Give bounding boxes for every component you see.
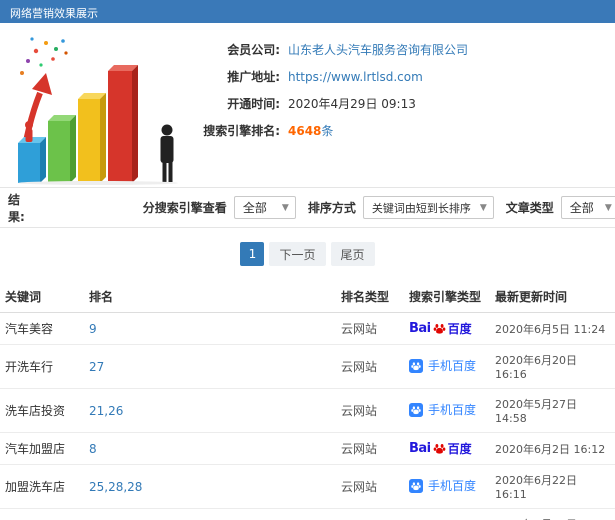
rank-link[interactable]: 9 [89, 322, 97, 336]
open-time-label: 开通时间: [227, 97, 280, 111]
baidu-logo: Bai 百度 [409, 321, 472, 336]
mobile-baidu-logo: 手机百度 [409, 477, 476, 494]
header-engine-type: 搜索引擎类型 [404, 281, 490, 313]
updated-cell: 2020年6月22日 16:11 [490, 464, 615, 509]
company-label: 会员公司: [227, 43, 280, 57]
page-current[interactable]: 1 [240, 242, 265, 266]
engine-rank-row: 搜索引擎排名: 4648条 [185, 122, 615, 140]
open-time-row: 开通时间: 2020年4月29日 09:13 [185, 95, 615, 113]
mobile-baidu-icon [409, 358, 423, 373]
article-type-select[interactable]: 全部 ▼ [560, 196, 615, 219]
header-rank-type: 排名类型 [336, 281, 404, 313]
mobile-baidu-logo: 手机百度 [409, 357, 476, 374]
rank-link[interactable]: 27 [89, 360, 104, 374]
table-row: 洗车店投资 21,26 云网站 手机百度 2020年5月27日 14:58 [0, 388, 615, 433]
bar-chart-illustration [0, 29, 185, 187]
engine-cell: Bai 百度 [404, 432, 490, 465]
table-row: 汽车美容 9 云网站 Bai 百度 2020年6月5日 11:24 [0, 312, 615, 345]
baidu-logo: Bai 百度 [409, 441, 472, 456]
page-title: 网络营销效果展示 [10, 7, 98, 20]
result-label: 结果: [8, 192, 25, 224]
engine-cell: 手机百度 [404, 344, 490, 389]
header-keyword: 关键词 [0, 281, 84, 313]
engine-filter-select[interactable]: 全部 ▼ [233, 196, 296, 219]
last-page-button[interactable]: 尾页 [330, 242, 375, 266]
company-link[interactable]: 山东老人头汽车服务咨询有限公司 [288, 41, 468, 59]
updated-cell: 2020年6月2日 16:12 [490, 432, 615, 465]
engine-cell: Bai 百度 [404, 312, 490, 345]
keyword-rank-table: 关键词 排名 排名类型 搜索引擎类型 最新更新时间 汽车美容 9 云网站 Bai… [0, 281, 615, 520]
updated-cell: 2020年6月5日 11:24 [490, 312, 615, 345]
pagination: 1 下一页 尾页 [0, 228, 615, 281]
open-time-value: 2020年4月29日 09:13 [288, 97, 416, 111]
keyword-cell: 汽车加盟店 [0, 432, 84, 465]
rank-unit: 条 [321, 124, 334, 138]
chevron-down-icon: ▼ [281, 202, 289, 213]
mobile-baidu-icon [409, 402, 423, 417]
table-row: 加盟洗车店 25,28,28 云网站 手机百度 2020年6月22日 16:11 [0, 464, 615, 509]
next-page-button[interactable]: 下一页 [269, 242, 326, 266]
engine-cell: 手机百度 [404, 508, 490, 520]
updated-cell: 2020年6月20日 16:12 [490, 508, 615, 520]
rank-type-cell: 云网站 [336, 344, 404, 389]
article-type-value: 全部 [569, 201, 594, 215]
sort-order-value: 关键词由短到长排序 [371, 201, 471, 215]
mobile-baidu-logo: 手机百度 [409, 401, 476, 418]
table-row: 汽车加盟店 8 云网站 Bai 百度 2020年6月2日 16:12 [0, 432, 615, 465]
engine-cell: 手机百度 [404, 464, 490, 509]
article-type-label: 文章类型 [505, 201, 554, 215]
promo-url-label: 推广地址: [227, 70, 280, 84]
keyword-cell: 汽车美容 [0, 312, 84, 345]
mobile-baidu-icon [409, 478, 423, 493]
rank-count: 4648 [288, 124, 322, 138]
member-info-section: 会员公司: 山东老人头汽车服务咨询有限公司 推广地址: https://www.… [0, 23, 615, 187]
baidu-paw-icon [433, 323, 445, 334]
header-updated: 最新更新时间 [490, 281, 615, 313]
rank-type-cell: 云网站 [336, 508, 404, 520]
updated-cell: 2020年5月27日 14:58 [490, 388, 615, 433]
growth-chart-graphic [18, 37, 178, 185]
rank-link[interactable]: 25,28,28 [89, 480, 142, 494]
keyword-cell: 洗车赚钱吗 [0, 508, 84, 520]
table-row: 洗车赚钱吗 30 云网站 手机百度 2020年6月20日 16:12 [0, 508, 615, 520]
sort-order-label: 排序方式 [307, 201, 356, 215]
rank-type-cell: 云网站 [336, 464, 404, 509]
promo-url-link[interactable]: https://www.lrtlsd.com [288, 68, 423, 86]
rank-type-cell: 云网站 [336, 388, 404, 433]
sort-order-select[interactable]: 关键词由短到长排序 ▼ [362, 196, 494, 219]
table-header-row: 关键词 排名 排名类型 搜索引擎类型 最新更新时间 [0, 281, 615, 313]
rank-link[interactable]: 21,26 [89, 404, 123, 418]
engine-filter-label: 分搜索引擎查看 [142, 201, 227, 215]
keyword-cell: 开洗车行 [0, 344, 84, 389]
company-row: 会员公司: 山东老人头汽车服务咨询有限公司 [185, 41, 615, 59]
updated-cell: 2020年6月20日 16:16 [490, 344, 615, 389]
rank-type-cell: 云网站 [336, 432, 404, 465]
engine-cell: 手机百度 [404, 388, 490, 433]
chevron-down-icon: ▼ [604, 202, 612, 213]
filter-bar: 结果: 分搜索引擎查看 全部 ▼ 排序方式 关键词由短到长排序 ▼ 文章类型 全… [0, 187, 615, 228]
promo-url-row: 推广地址: https://www.lrtlsd.com [185, 68, 615, 86]
keyword-cell: 加盟洗车店 [0, 464, 84, 509]
header-rank: 排名 [84, 281, 336, 313]
engine-rank-label: 搜索引擎排名: [203, 124, 280, 138]
member-info-rows: 会员公司: 山东老人头汽车服务咨询有限公司 推广地址: https://www.… [185, 29, 615, 187]
titlebar: 网络营销效果展示 [0, 0, 615, 23]
rank-link[interactable]: 8 [89, 442, 97, 456]
keyword-cell: 洗车店投资 [0, 388, 84, 433]
rank-type-cell: 云网站 [336, 312, 404, 345]
engine-rank-value: 4648条 [288, 122, 333, 140]
baidu-paw-icon [433, 443, 445, 454]
table-row: 开洗车行 27 云网站 手机百度 2020年6月20日 16:16 [0, 344, 615, 389]
engine-filter-value: 全部 [242, 201, 267, 215]
chevron-down-icon: ▼ [479, 202, 487, 213]
